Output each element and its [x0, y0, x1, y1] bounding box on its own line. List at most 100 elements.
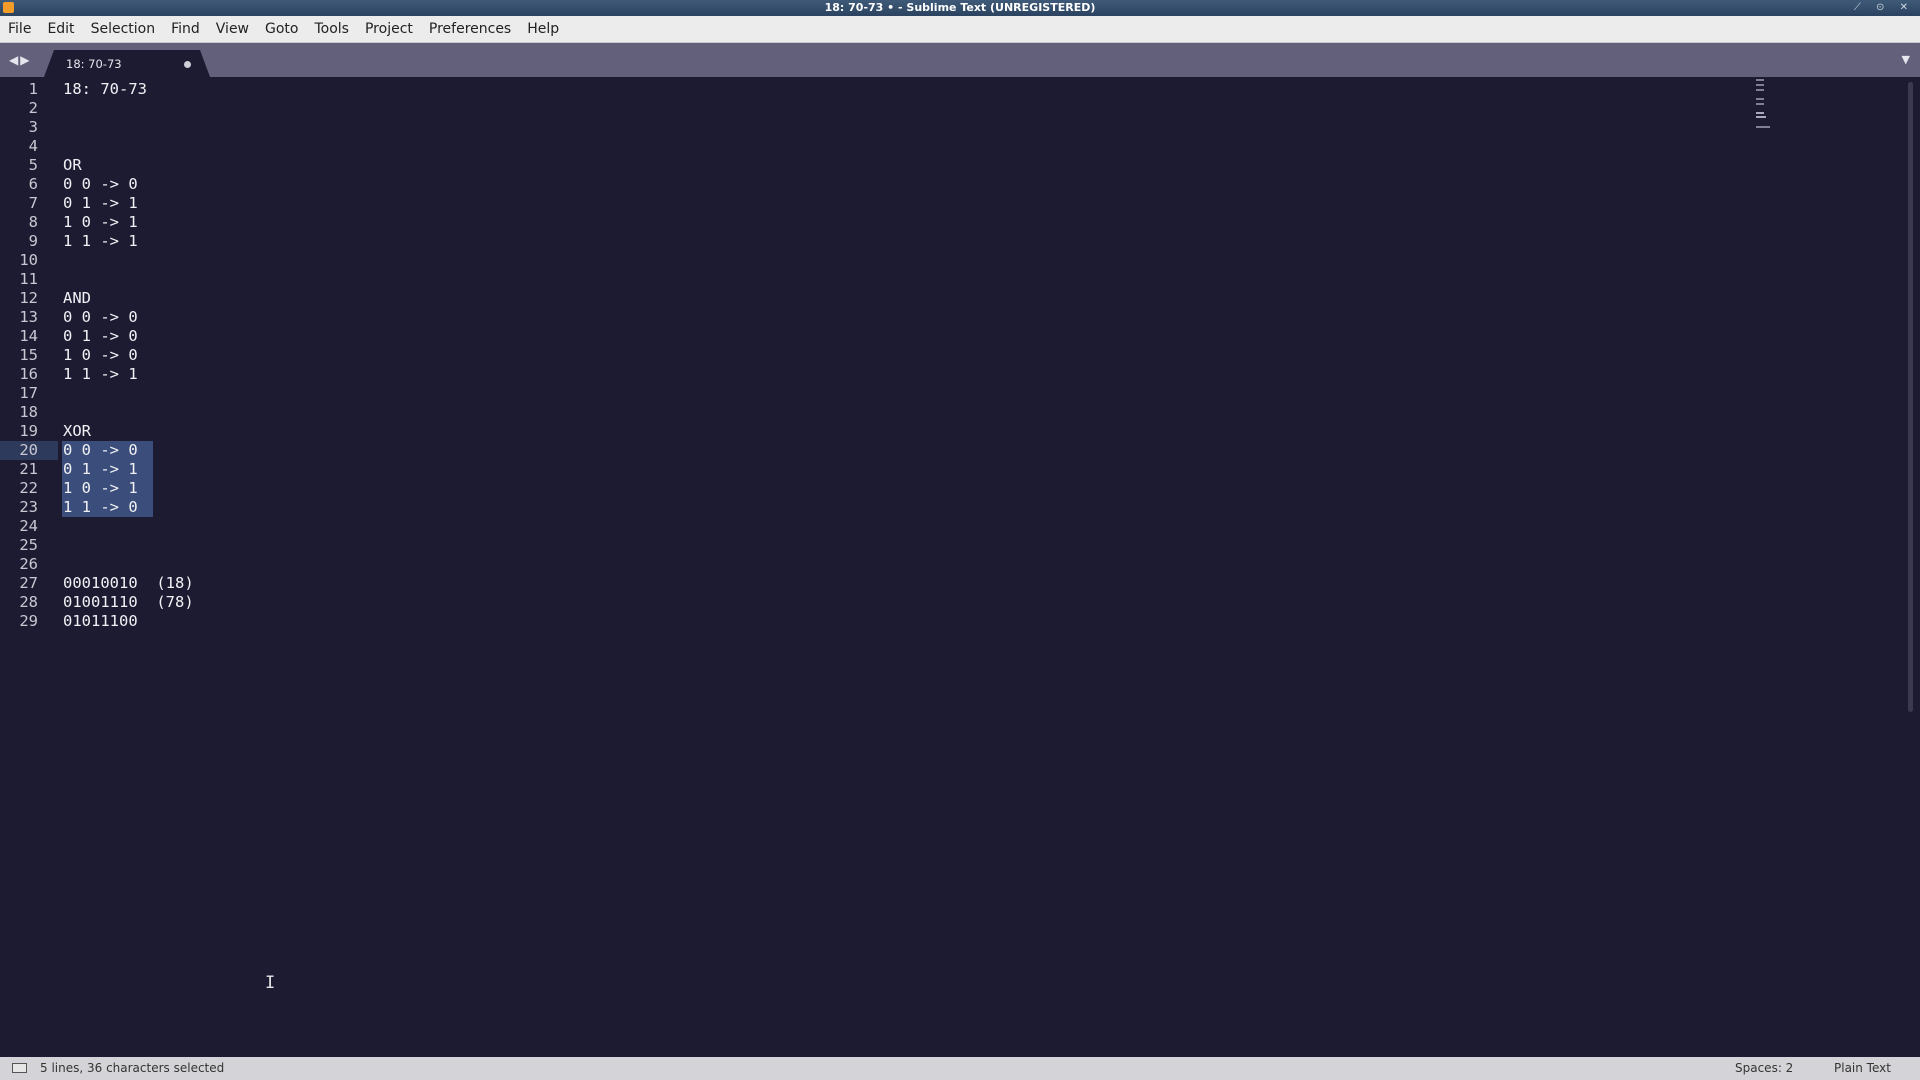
editor-line[interactable]: 22 1 0 -> 1: [0, 479, 1750, 498]
indentation-setting[interactable]: Spaces: 2: [1735, 1057, 1793, 1080]
window-controls[interactable]: ⟋ ⊙ ✕: [1854, 0, 1914, 16]
menu-view[interactable]: View: [208, 16, 257, 42]
unsaved-dot-icon[interactable]: [184, 61, 191, 68]
menu-preferences[interactable]: Preferences: [421, 16, 519, 42]
line-text[interactable]: 0 1 -> 1: [63, 460, 138, 479]
editor-line[interactable]: 21 0 1 -> 1: [0, 460, 1750, 479]
tab-dropdown-icon[interactable]: ▼: [1902, 43, 1910, 77]
line-text[interactable]: 0 0 -> 0: [63, 308, 138, 327]
tab-active[interactable]: 18: 70-73: [44, 50, 210, 77]
menu-bar: File Edit Selection Find View Goto Tools Projec…: [0, 16, 1920, 43]
line-text[interactable]: 0 1 -> 0: [63, 327, 138, 346]
line-number: 7: [28, 194, 38, 212]
editor-line[interactable]: 10: [0, 251, 1750, 270]
editor-line[interactable]: 17: [0, 384, 1750, 403]
window-title: 18: 70-73 • - Sublime Text (UNREGISTERED…: [824, 1, 1096, 14]
editor-line[interactable]: 26: [0, 555, 1750, 574]
line-number: 27: [19, 574, 38, 592]
line-number: 18: [19, 403, 38, 421]
editor-line[interactable]: 6 0 0 -> 0: [0, 175, 1750, 194]
editor-line[interactable]: 28 01001110 (78): [0, 593, 1750, 612]
editor-line[interactable]: 19 XOR: [0, 422, 1750, 441]
selection-status: 5 lines, 36 characters selected: [40, 1061, 225, 1075]
status-bar: 5 lines, 36 characters selected Spaces: …: [0, 1057, 1920, 1080]
editor-line[interactable]: 16 1 1 -> 1: [0, 365, 1750, 384]
menu-goto[interactable]: Goto: [257, 16, 306, 42]
editor-area[interactable]: 1 18: 70-73 2 3 4 5 OR 6 0 0 -> 070 1 -> 181 0 -…: [0, 77, 1920, 1057]
line-text[interactable]: AND: [63, 289, 91, 308]
line-text[interactable]: 1 1 -> 0: [63, 498, 138, 517]
line-number: 3: [28, 118, 38, 136]
editor-line[interactable]: 11: [0, 270, 1750, 289]
line-number: 4: [28, 137, 38, 155]
editor-line[interactable]: 9 1 1 -> 1: [0, 232, 1750, 251]
line-text[interactable]: 1 0 -> 1: [63, 213, 138, 232]
editor-line[interactable]: 12 AND: [0, 289, 1750, 308]
line-number: 21: [19, 460, 38, 478]
line-number: 5: [28, 156, 38, 174]
editor-line[interactable]: 15 1 0 -> 0: [0, 346, 1750, 365]
editor-line[interactable]: 20 0 0 -> 0: [0, 441, 1750, 460]
menu-help[interactable]: Help: [519, 16, 567, 42]
line-number: 14: [19, 327, 38, 345]
minimap-line: [1756, 98, 1764, 100]
syntax-setting[interactable]: Plain Text: [1834, 1057, 1891, 1080]
minimap-line: [1756, 84, 1764, 86]
sublime-text-icon: [3, 2, 14, 13]
menu-tools[interactable]: Tools: [306, 16, 357, 42]
line-text[interactable]: 00010010 (18): [63, 574, 194, 593]
editor-line[interactable]: 27 00010010 (18): [0, 574, 1750, 593]
menu-project[interactable]: Project: [357, 16, 421, 42]
editor-line[interactable]: 13 0 0 -> 0: [0, 308, 1750, 327]
line-text[interactable]: 1 1 -> 1: [63, 365, 138, 384]
line-text[interactable]: 0 1 -> 1: [63, 194, 138, 213]
editor-line[interactable]: 5 OR: [0, 156, 1750, 175]
editor-line[interactable]: 29 01011100: [0, 612, 1750, 631]
line-text[interactable]: 01001110 (78): [63, 593, 194, 612]
editor-line[interactable]: 3: [0, 118, 1750, 137]
editor-line[interactable]: 23 1 1 -> 0: [0, 498, 1750, 517]
minimap-line: [1756, 79, 1764, 81]
menu-file[interactable]: File: [0, 16, 39, 42]
line-text[interactable]: 1 0 -> 1: [63, 479, 138, 498]
line-text[interactable]: 1 1 -> 1: [63, 232, 138, 251]
editor-line[interactable]: 1 18: 70-73: [0, 80, 1750, 99]
line-number: 24: [19, 517, 38, 535]
line-text[interactable]: 01011100: [63, 612, 138, 631]
menu-edit[interactable]: Edit: [39, 16, 82, 42]
line-number: 16: [19, 365, 38, 383]
line-number: 1: [28, 80, 38, 98]
minimap-line: [1756, 116, 1766, 118]
editor-line[interactable]: 8 1 0 -> 1: [0, 213, 1750, 232]
line-number: 9: [28, 232, 38, 250]
line-number: 11: [19, 270, 38, 288]
minimap[interactable]: [1752, 77, 1782, 157]
line-number: 26: [19, 555, 38, 573]
editor-line[interactable]: 18: [0, 403, 1750, 422]
window-titlebar: 18: 70-73 • - Sublime Text (UNREGISTERED…: [0, 0, 1920, 16]
line-number: 15: [19, 346, 38, 364]
line-text[interactable]: 1 0 -> 0: [63, 346, 138, 365]
line-number: 28: [19, 593, 38, 611]
editor-line[interactable]: 2: [0, 99, 1750, 118]
panel-switcher-icon[interactable]: [12, 1063, 27, 1073]
editor-line[interactable]: 14 0 1 -> 0: [0, 327, 1750, 346]
menu-find[interactable]: Find: [163, 16, 208, 42]
tab-nav-arrows-icon[interactable]: ◀▶: [9, 43, 31, 77]
line-text[interactable]: 18: 70-73: [63, 80, 147, 99]
vertical-scrollbar[interactable]: [1908, 82, 1913, 712]
line-text[interactable]: 0 0 -> 0: [63, 175, 138, 194]
editor-line[interactable]: 7 0 1 -> 1: [0, 194, 1750, 213]
menu-selection[interactable]: Selection: [83, 16, 164, 42]
line-number: 22: [19, 479, 38, 497]
editor-line[interactable]: 4: [0, 137, 1750, 156]
editor-line[interactable]: 25: [0, 536, 1750, 555]
line-text[interactable]: 0 0 -> 0: [63, 441, 138, 460]
line-text[interactable]: OR: [63, 156, 82, 175]
editor-line[interactable]: 24: [0, 517, 1750, 536]
line-number: 20: [19, 441, 38, 459]
line-text[interactable]: XOR: [63, 422, 91, 441]
line-number: 6: [28, 175, 38, 193]
tab-bar: ◀▶ 18: 70-73 ▼: [0, 43, 1920, 77]
tab-label: 18: 70-73: [66, 57, 122, 71]
